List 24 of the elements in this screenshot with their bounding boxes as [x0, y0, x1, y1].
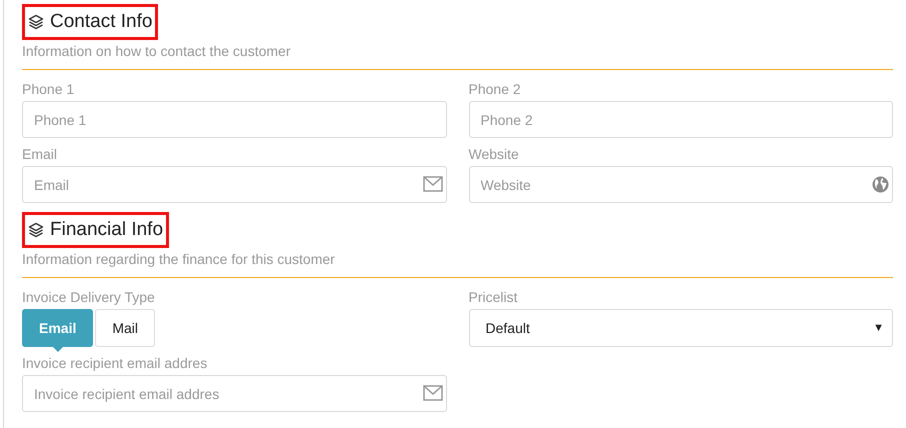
input-field[interactable]: Phone 1 — [22, 101, 446, 138]
field-label: Invoice Delivery Type — [22, 288, 155, 306]
envelope-icon — [422, 176, 442, 192]
input-field[interactable]: Phone 2 — [468, 101, 893, 138]
envelope-icon — [422, 385, 442, 401]
input-field[interactable]: Email — [22, 166, 446, 203]
input-field[interactable]: Invoice recipient email addres — [22, 375, 446, 412]
section-subtitle: Information on how to contact the customer — [22, 43, 290, 59]
layers-icon — [28, 222, 44, 238]
globe-icon — [872, 176, 889, 193]
toggle-option[interactable]: Mail — [95, 309, 156, 347]
section-subtitle: Information regarding the finance for this customer — [22, 251, 335, 267]
field-label: Pricelist — [468, 288, 518, 306]
select-field[interactable]: Default ▼ — [468, 309, 893, 347]
section-heading: Financial Info — [22, 212, 170, 248]
field-label: Email — [22, 145, 58, 163]
section-heading: Contact Info — [22, 4, 158, 40]
pointer-icon — [52, 346, 64, 352]
field-label: Phone 1 — [22, 80, 74, 98]
field-label: Website — [468, 145, 519, 163]
input-field[interactable]: Website — [468, 166, 893, 203]
field-label: Phone 2 — [468, 80, 521, 98]
layers-icon — [28, 14, 44, 30]
field-label: Invoice recipient email addres — [22, 354, 208, 372]
